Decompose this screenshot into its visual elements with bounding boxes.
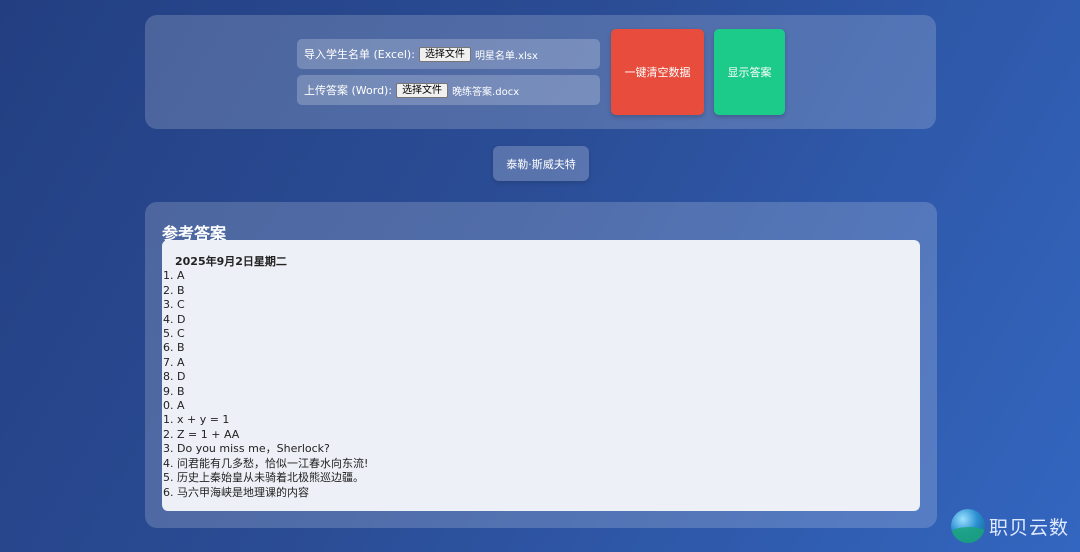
answer-content: 2025年9月2日星期二 1. A 2. B 3. C 4. D 5. C 6.…: [162, 240, 920, 511]
excel-import-row: 导入学生名单 (Excel): 选择文件 明星名单.xlsx: [297, 39, 600, 69]
answer-line: 3. C: [163, 298, 185, 312]
answer-line: 6. B: [163, 341, 185, 355]
word-choose-file-button[interactable]: 选择文件: [396, 82, 449, 98]
excel-file-name: 明星名单.xlsx: [474, 50, 538, 62]
answer-line: 5. 历史上秦始皇从未骑着北极熊巡边疆。: [163, 471, 364, 485]
answer-line: 1. x + y = 1: [163, 413, 230, 427]
word-upload-label: 上传答案 (Word):: [304, 84, 393, 97]
word-upload-row: 上传答案 (Word): 选择文件 晚练答案.docx: [297, 75, 600, 105]
import-panel: 导入学生名单 (Excel): 选择文件 明星名单.xlsx 上传答案 (Wor…: [145, 15, 936, 129]
show-answers-button[interactable]: 显示答案: [714, 29, 785, 115]
answer-line: 0. A: [163, 399, 185, 413]
globe-logo-icon: [951, 509, 985, 543]
clear-data-button[interactable]: 一键清空数据: [611, 29, 704, 115]
excel-choose-file-button[interactable]: 选择文件: [418, 46, 471, 62]
answer-line: 9. B: [163, 384, 185, 398]
answer-line: 2. Z = 1 + AA: [163, 427, 240, 441]
answer-line: 5. C: [163, 327, 185, 341]
watermark: 职贝云数: [951, 508, 1069, 544]
answer-line: 8. D: [163, 370, 186, 384]
answer-line: 4. D: [163, 312, 186, 326]
answer-line: 4. 问君能有几多愁，恰似一江春水向东流!: [163, 456, 369, 470]
watermark-text: 职贝云数: [989, 516, 1070, 539]
answer-line: 1. A: [163, 269, 185, 283]
answer-line: 2. B: [163, 283, 185, 297]
answer-line: 6. 马六甲海峡是地理课的内容: [163, 485, 309, 499]
answer-line: 3. Do you miss me，Sherlock?: [163, 442, 330, 456]
answer-line: 7. A: [163, 355, 185, 369]
student-name-button[interactable]: 泰勒·斯威夫特: [493, 146, 589, 181]
answer-date: 2025年9月2日星期二: [175, 255, 287, 268]
word-file-name: 晚练答案.docx: [452, 86, 520, 98]
excel-import-label: 导入学生名单 (Excel):: [304, 48, 415, 61]
answer-panel: 参考答案 2025年9月2日星期二 1. A 2. B 3. C 4. D 5.…: [145, 202, 937, 528]
